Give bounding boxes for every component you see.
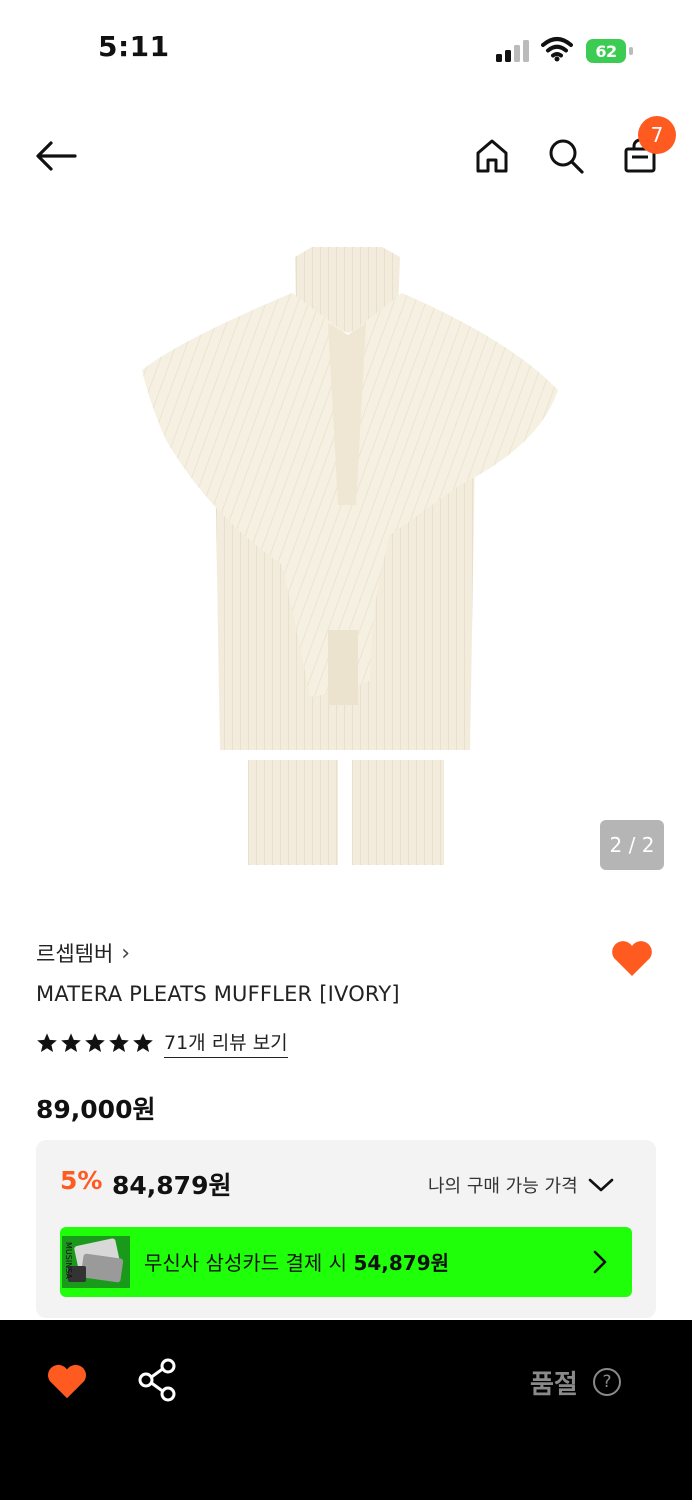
rating-row: 71개 리뷰 보기 xyxy=(36,1028,288,1058)
brand-link[interactable]: 르셉템버 › xyxy=(36,938,130,968)
like-heart-icon[interactable] xyxy=(608,934,656,982)
help-symbol: ? xyxy=(602,1372,612,1392)
back-arrow-icon xyxy=(36,141,77,171)
wifi-icon xyxy=(541,37,573,62)
star-icon xyxy=(133,1033,153,1052)
battery-indicator: 62 xyxy=(586,39,634,63)
home-icon xyxy=(476,139,508,173)
chevron-right-icon: › xyxy=(121,940,131,966)
sold-out-label: 품절 xyxy=(530,1370,578,1400)
help-circle-icon[interactable]: ? xyxy=(593,1368,621,1396)
like-heart-icon[interactable] xyxy=(44,1358,90,1404)
my-price-toggle[interactable]: 나의 구매 가능 가격 xyxy=(428,1172,614,1198)
battery-level: 62 xyxy=(595,41,617,61)
product-name: MATERA PLEATS MUFFLER [IVORY] xyxy=(36,982,400,1006)
my-price-label: 나의 구매 가능 가격 xyxy=(428,1176,578,1197)
card-promo-prefix: 무신사 삼성카드 결제 시 xyxy=(144,1251,348,1275)
discount-price: 84,879원 xyxy=(112,1171,232,1200)
brand-name: 르셉템버 xyxy=(36,942,114,966)
cart-count-badge: 7 xyxy=(638,116,676,154)
home-button[interactable] xyxy=(468,132,516,180)
star-icon xyxy=(85,1033,105,1052)
card-promo-price: 54,879원 xyxy=(353,1251,450,1275)
status-time: 5:11 xyxy=(98,30,170,63)
review-link[interactable]: 71개 리뷰 보기 xyxy=(164,1028,288,1058)
original-price: 89,000원 xyxy=(36,1095,156,1124)
back-button[interactable] xyxy=(32,132,80,180)
chevron-down-icon xyxy=(588,1178,613,1192)
chevron-right-icon xyxy=(593,1250,607,1274)
image-page-indicator: 2 / 2 xyxy=(600,820,664,870)
share-icon[interactable] xyxy=(134,1356,182,1404)
product-image[interactable] xyxy=(120,235,572,875)
card-promo-text: 무신사 삼성카드 결제 시 54,879원 xyxy=(144,1247,449,1276)
cellular-signal-icon xyxy=(496,40,529,62)
card-thumb-brand: MUSINSA xyxy=(64,1242,73,1279)
star-icon xyxy=(37,1033,57,1052)
search-icon xyxy=(549,139,584,174)
star-icon xyxy=(61,1033,81,1052)
star-icon xyxy=(109,1033,129,1052)
discount-rate: 5% xyxy=(60,1166,103,1195)
bottom-action-bar xyxy=(0,1320,692,1500)
search-button[interactable] xyxy=(542,132,590,180)
card-promo-thumbnail: MUSINSA xyxy=(62,1236,130,1288)
